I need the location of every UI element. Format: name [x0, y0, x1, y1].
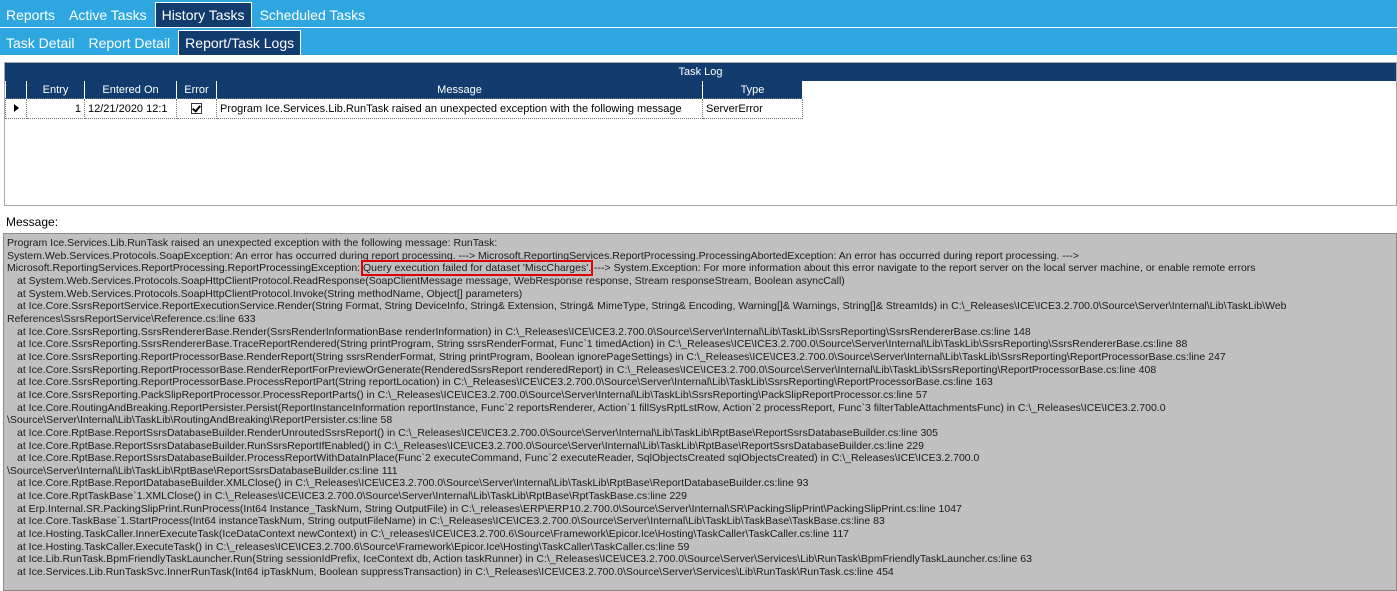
- message-line: at Ice.Core.SsrsReporting.SsrsRendererBa…: [17, 338, 1188, 351]
- message-line: Microsoft.ReportingServices.ReportProces…: [7, 260, 1393, 277]
- task-log-grid: Entry Entered On Error Message Type 1 12…: [5, 81, 803, 119]
- message-line: \Source\Server\Internal\Lib\TaskLib\Rout…: [7, 414, 393, 427]
- task-log-caption: Task Log: [5, 63, 1396, 81]
- column-header-error[interactable]: Error: [176, 81, 217, 99]
- message-line: at Ice.Core.RptBase.ReportSsrsDatabaseBu…: [17, 426, 938, 439]
- message-line: System.Web.Services.Protocols.SoapExcept…: [7, 249, 1079, 262]
- cell-type[interactable]: ServerError: [702, 98, 803, 119]
- message-label: Message:: [6, 215, 59, 229]
- tab-report-detail[interactable]: Report Detail: [82, 31, 176, 55]
- message-segment: Microsoft.ReportingServices.ReportProces…: [7, 262, 361, 275]
- message-line: at Ice.Core.SsrsReportService.ReportExec…: [17, 300, 1287, 313]
- message-line: at Ice.Core.SsrsReporting.ReportProcesso…: [17, 363, 1157, 376]
- message-line: at Ice.Core.RptBase.ReportSsrsDatabaseBu…: [17, 439, 924, 452]
- table-row[interactable]: 1 12/21/2020 12:1 Program Ice.Services.L…: [5, 98, 803, 119]
- task-log-panel: Task Log Entry Entered On Error Message …: [4, 62, 1397, 206]
- message-line: at System.Web.Services.Protocols.SoapHtt…: [17, 274, 845, 287]
- message-line: at Ice.Core.SsrsReporting.ReportProcesso…: [17, 350, 1226, 363]
- cell-message[interactable]: Program Ice.Services.Lib.RunTask raised …: [216, 98, 703, 119]
- message-line: at Ice.Core.TaskBase`1.StartProcess(Int6…: [17, 515, 885, 528]
- message-line: at System.Web.Services.Protocols.SoapHtt…: [17, 287, 523, 300]
- message-line: at Ice.Core.SsrsReporting.SsrsRendererBa…: [17, 325, 1031, 338]
- tab-active-tasks[interactable]: Active Tasks: [63, 3, 153, 27]
- message-line: at Ice.Core.RptTaskBase`1.XMLClose() in …: [17, 490, 687, 503]
- cell-error[interactable]: [176, 98, 217, 119]
- message-line: at Ice.Core.RptBase.ReportDatabaseBuilde…: [17, 477, 809, 490]
- message-line: at Ice.Services.Lib.RunTaskSvc.InnerRunT…: [17, 566, 894, 579]
- tab-history-tasks[interactable]: History Tasks: [154, 2, 252, 27]
- tab-scheduled-tasks[interactable]: Scheduled Tasks: [254, 3, 372, 27]
- grid-header-row: Entry Entered On Error Message Type: [5, 81, 803, 99]
- message-line: at Ice.Lib.RunTask.BpmFriendlyTaskLaunch…: [17, 553, 1032, 566]
- message-line: at Ice.Core.SsrsReporting.PackSlipReport…: [17, 388, 928, 401]
- row-indicator-header: [5, 81, 27, 99]
- cell-entered-on[interactable]: 12/21/2020 12:1: [84, 98, 177, 119]
- column-header-message[interactable]: Message: [216, 81, 703, 99]
- tab-task-detail[interactable]: Task Detail: [0, 31, 80, 55]
- message-line: at Ice.Core.SsrsReporting.ReportProcesso…: [17, 376, 993, 389]
- message-line: at Erp.Internal.SR.PackingSlipPrint.RunP…: [17, 502, 962, 515]
- column-header-entered-on[interactable]: Entered On: [84, 81, 177, 99]
- message-line: at Ice.Hosting.TaskCaller.ExecuteTask() …: [17, 540, 690, 553]
- highlighted-error-text: Query execution failed for dataset 'Misc…: [360, 260, 594, 277]
- sub-tab-bar: Task Detail Report Detail Report/Task Lo…: [0, 27, 1397, 55]
- cell-entry[interactable]: 1: [26, 98, 85, 119]
- column-header-type[interactable]: Type: [702, 81, 803, 99]
- message-line: at Ice.Core.RoutingAndBreaking.ReportPer…: [17, 401, 1166, 414]
- message-segment: ---> System.Exception: For more informat…: [594, 262, 1256, 275]
- tab-reports[interactable]: Reports: [0, 3, 61, 27]
- message-line: at Ice.Hosting.TaskCaller.InnerExecuteTa…: [17, 528, 850, 541]
- row-selector[interactable]: [5, 98, 27, 119]
- message-textbox[interactable]: Program Ice.Services.Lib.RunTask raised …: [3, 233, 1397, 591]
- message-line: Program Ice.Services.Lib.RunTask raised …: [7, 237, 498, 249]
- column-header-entry[interactable]: Entry: [26, 81, 85, 99]
- error-checkbox-checked-icon[interactable]: [191, 103, 202, 115]
- message-line: \Source\Server\Internal\Lib\TaskLib\RptB…: [7, 464, 398, 477]
- current-row-arrow-icon: [13, 103, 19, 112]
- message-line: at Ice.Core.RptBase.ReportSsrsDatabaseBu…: [17, 452, 980, 465]
- top-tab-bar: Reports Active Tasks History Tasks Sched…: [0, 0, 1397, 27]
- message-line: References\SsrsReportService\Reference.c…: [7, 312, 256, 325]
- tab-report-task-logs[interactable]: Report/Task Logs: [178, 30, 302, 55]
